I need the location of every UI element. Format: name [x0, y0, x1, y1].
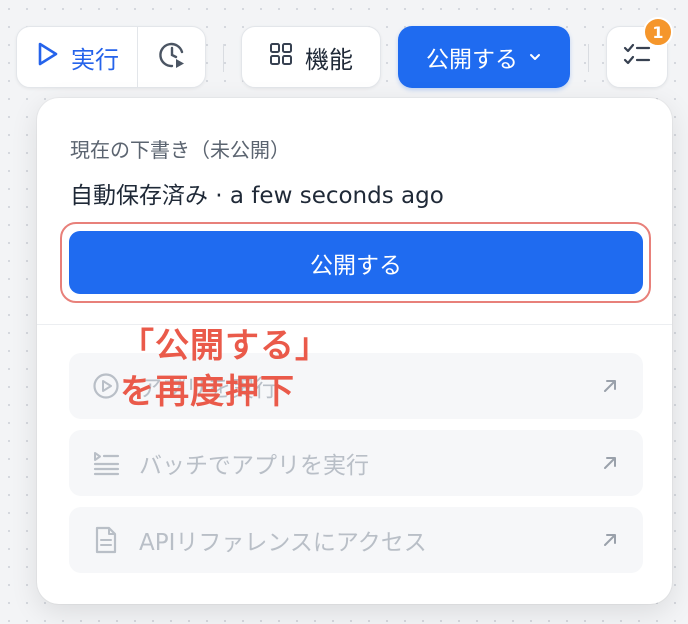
run-history-button[interactable] — [138, 27, 205, 87]
batch-list-icon — [91, 448, 121, 478]
autosave-status: 自動保存済み · a few seconds ago — [70, 183, 444, 209]
run-button[interactable]: 実行 — [17, 27, 138, 87]
publish-button[interactable]: 公開する — [69, 231, 643, 294]
chevron-down-icon — [528, 44, 542, 70]
play-icon — [37, 42, 59, 72]
arrow-up-right-icon — [599, 529, 621, 551]
menu-item-label: バッチでアプリを実行 — [139, 453, 369, 479]
menu-item-label: APIリファレンスにアクセス — [139, 530, 427, 556]
toolbar-divider — [223, 44, 224, 72]
play-circle-icon — [91, 371, 121, 401]
run-button-group: 実行 — [16, 26, 206, 88]
menu-item-run-batch[interactable]: バッチでアプリを実行 — [69, 430, 643, 496]
features-button[interactable]: 機能 — [241, 26, 381, 88]
publish-button-label: 公開する — [310, 252, 402, 279]
publish-dropdown-button[interactable]: 公開する — [398, 26, 570, 88]
document-icon — [91, 525, 121, 555]
publish-dropdown-label: 公開する — [426, 47, 518, 73]
menu-item-api-reference[interactable]: APIリファレンスにアクセス — [69, 507, 643, 573]
run-button-label: 実行 — [71, 45, 119, 74]
draft-status-label: 現在の下書き（未公開） — [70, 138, 290, 162]
annotation-line-2: を再度押下 — [120, 372, 295, 412]
notification-badge: 1 — [643, 17, 673, 47]
annotation-line-1: 「公開する」 — [120, 326, 330, 366]
arrow-up-right-icon — [599, 375, 621, 397]
features-button-label: 機能 — [305, 45, 353, 74]
clock-play-icon — [157, 40, 187, 74]
arrow-up-right-icon — [599, 452, 621, 474]
checklist-icon — [623, 42, 651, 72]
grid-icon — [269, 42, 293, 72]
toolbar-divider — [588, 44, 589, 72]
